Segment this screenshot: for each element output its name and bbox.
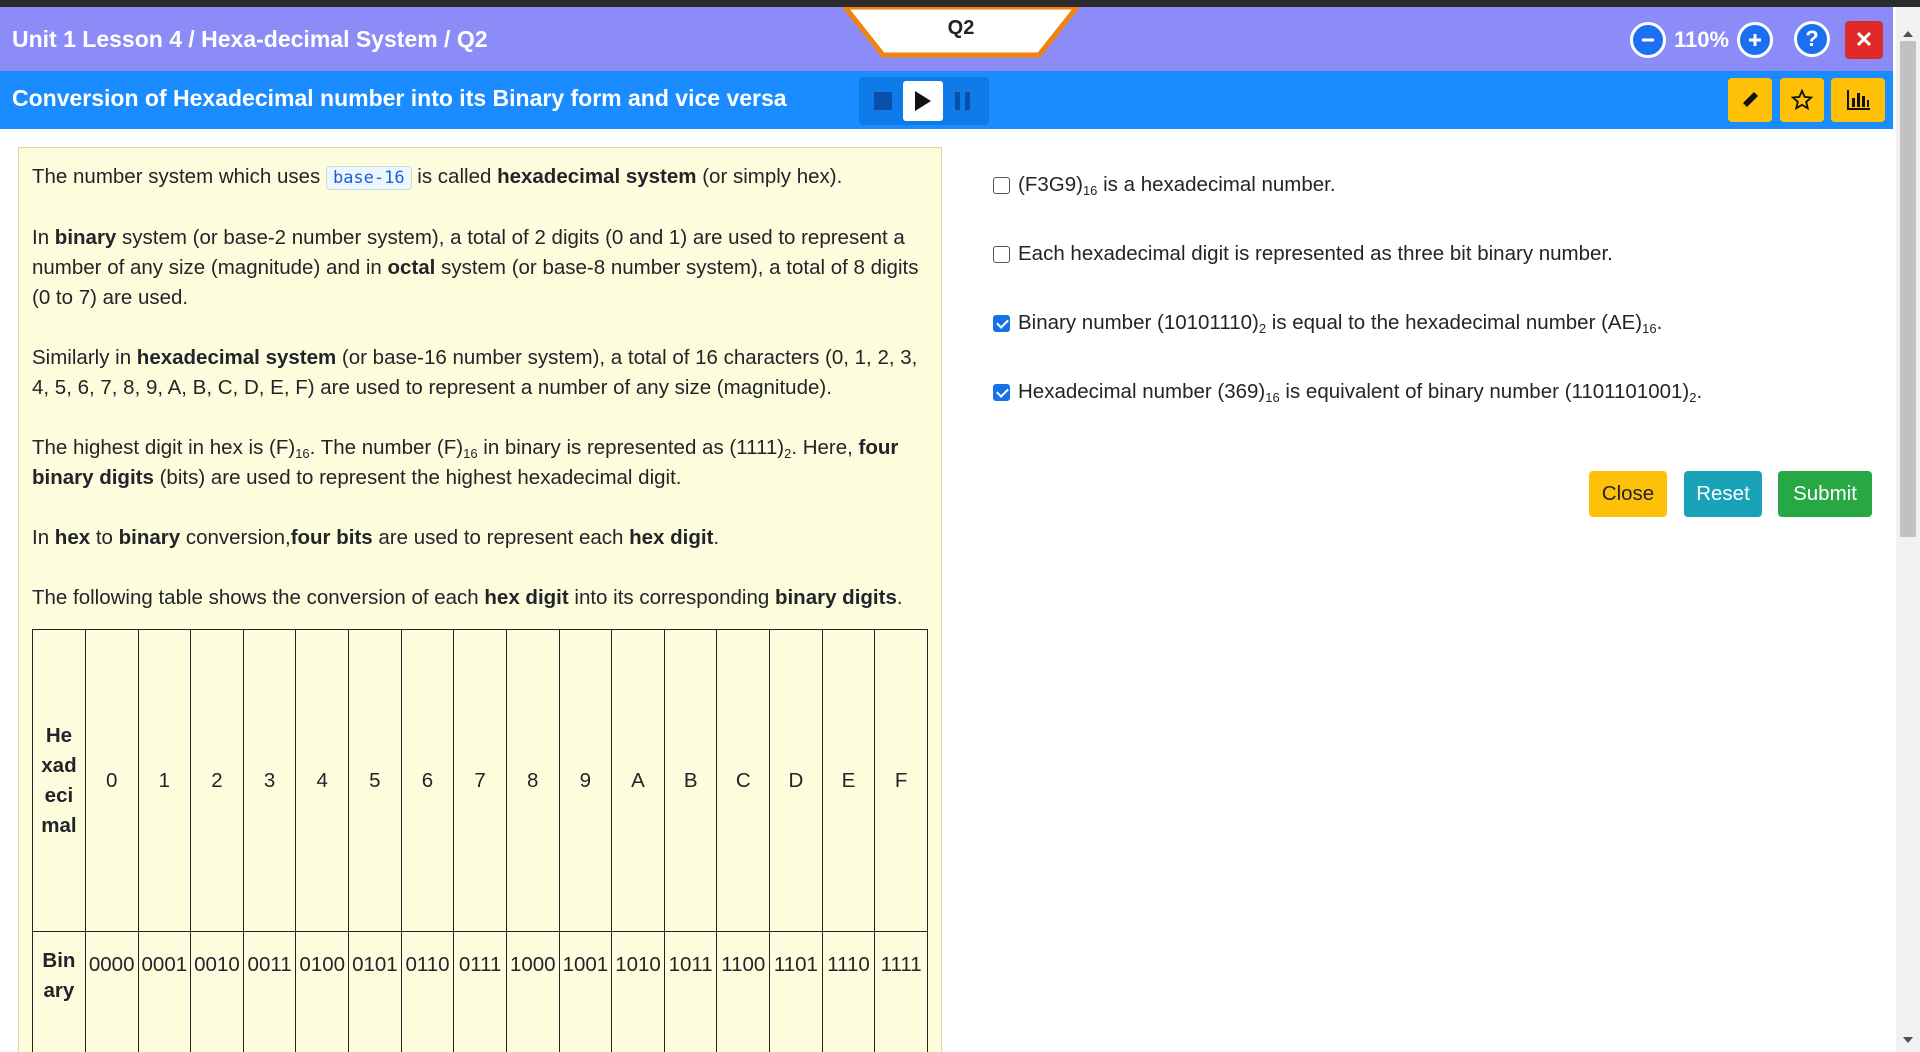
- table-header-hexadecimal: Hexadecimal: [32, 629, 86, 932]
- option-3-checkbox[interactable]: [993, 314, 1010, 332]
- table-cell-hex: 9: [558, 629, 613, 932]
- scroll-down-arrow-icon[interactable]: [1903, 1037, 1913, 1043]
- table-cell-binary: 0111: [453, 931, 507, 1052]
- table-cell-binary: 1100: [716, 931, 771, 1052]
- paragraph-table-intro: The following table shows the conversion…: [32, 586, 903, 609]
- table-row-binary: Binary 0000 0001 0010 0011 0100 0101 011…: [32, 931, 928, 1052]
- table-cell-binary: 1011: [663, 931, 718, 1052]
- question-tab[interactable]: Q2: [841, 7, 1081, 59]
- question-option-4[interactable]: Hexadecimal number (369)16 is equivalent…: [993, 380, 1702, 404]
- option-2-checkbox[interactable]: [993, 245, 1010, 263]
- close-button[interactable]: Close: [1589, 471, 1667, 517]
- table-cell-hex: E: [821, 629, 876, 932]
- table-cell-binary: 0100: [295, 931, 350, 1052]
- option-1-checkbox[interactable]: [993, 176, 1010, 194]
- pause-icon[interactable]: [943, 81, 983, 121]
- option-3-text: Binary number (10101110)2 is equal to th…: [1018, 311, 1663, 336]
- table-cell-hex: 4: [295, 629, 350, 932]
- table-cell-hex: 1: [137, 629, 192, 932]
- table-cell-binary: 1001: [558, 931, 613, 1052]
- table-cell-binary: 0010: [190, 931, 244, 1052]
- table-cell-binary: 0101: [348, 931, 402, 1052]
- table-cell-hex: F: [874, 629, 928, 932]
- table-cell-hex: 8: [505, 629, 560, 932]
- question-option-1[interactable]: (F3G9)16 is a hexadecimal number.: [993, 173, 1336, 197]
- option-1-text: (F3G9)16 is a hexadecimal number.: [1018, 173, 1336, 198]
- table-row-hex: Hexadecimal 0 1 2 3 4 5 6 7 8 9 A B C D …: [32, 629, 928, 932]
- option-4-checkbox[interactable]: [993, 383, 1010, 401]
- code-base16: base-16: [325, 166, 412, 190]
- table-cell-binary: 0000: [84, 931, 139, 1052]
- paragraph-four-bits: In hex to binary conversion,four bits ar…: [32, 526, 720, 549]
- table-cell-hex: 5: [348, 629, 402, 932]
- table-cell-binary: 1111: [874, 931, 928, 1052]
- option-4-text: Hexadecimal number (369)16 is equivalent…: [1018, 380, 1703, 405]
- reset-button[interactable]: Reset: [1684, 471, 1762, 517]
- table-cell-binary: 1000: [505, 931, 560, 1052]
- table-cell-hex: D: [769, 629, 823, 932]
- star-icon[interactable]: [1780, 78, 1824, 122]
- zoom-level: 110%: [1674, 27, 1730, 52]
- option-2-text: Each hexadecimal digit is represented as…: [1018, 242, 1613, 265]
- lesson-content-panel: The number system which uses base-16 is …: [18, 147, 942, 1052]
- table-cell-binary: 1110: [821, 931, 876, 1052]
- table-cell-hex: 0: [84, 629, 139, 932]
- table-cell-binary: 1010: [611, 931, 665, 1052]
- lesson-title: Conversion of Hexadecimal number into it…: [12, 85, 787, 111]
- table-cell-hex: 3: [242, 629, 297, 932]
- question-tab-label: Q2: [947, 17, 975, 39]
- window-top-strip: [0, 0, 1920, 7]
- question-icon[interactable]: ?: [1794, 21, 1830, 57]
- table-header-binary: Binary: [32, 931, 86, 1052]
- vertical-scrollbar[interactable]: [1896, 7, 1920, 1052]
- question-option-2[interactable]: Each hexadecimal digit is represented as…: [993, 242, 1613, 266]
- table-cell-hex: 7: [453, 629, 507, 932]
- pencil-icon[interactable]: [1728, 78, 1772, 122]
- plus-circle-icon[interactable]: [1737, 22, 1774, 58]
- top-header: Unit 1 Lesson 4 / Hexa-decimal System / …: [0, 7, 1893, 71]
- lesson-subheader: Conversion of Hexadecimal number into it…: [0, 71, 1893, 129]
- question-option-3[interactable]: Binary number (10101110)2 is equal to th…: [993, 311, 1662, 335]
- paragraph-highest-digit: The highest digit in hex is (F)16. The n…: [32, 436, 899, 489]
- table-cell-hex: 2: [190, 629, 244, 932]
- table-cell-hex: C: [716, 629, 771, 932]
- table-cell-hex: B: [663, 629, 718, 932]
- media-controls: [859, 77, 989, 125]
- table-cell-binary: 0001: [137, 931, 192, 1052]
- close-icon[interactable]: ✕: [1845, 21, 1883, 59]
- paragraph-hexadecimal: Similarly in hexadecimal system (or base…: [32, 346, 918, 399]
- stop-icon[interactable]: [863, 81, 903, 121]
- play-icon[interactable]: [903, 81, 943, 121]
- table-cell-hex: A: [611, 629, 665, 932]
- hex-binary-table: Hexadecimal 0 1 2 3 4 5 6 7 8 9 A B C D …: [32, 629, 928, 1052]
- table-cell-hex: 6: [400, 629, 455, 932]
- table-cell-binary: 0011: [242, 931, 297, 1052]
- paragraph-binary-octal: In binary system (or base-2 number syste…: [32, 226, 919, 309]
- paragraph-base16: The number system which uses base-16 is …: [32, 165, 843, 190]
- scroll-thumb[interactable]: [1900, 41, 1916, 537]
- scroll-up-arrow-icon[interactable]: [1903, 31, 1913, 37]
- table-cell-binary: 0110: [400, 931, 455, 1052]
- bar-chart-icon[interactable]: [1831, 78, 1885, 122]
- zoom-control: 110%: [1630, 21, 1774, 59]
- minus-circle-icon[interactable]: [1630, 22, 1666, 58]
- submit-button[interactable]: Submit: [1778, 471, 1872, 517]
- table-cell-binary: 1101: [769, 931, 823, 1052]
- breadcrumb: Unit 1 Lesson 4 / Hexa-decimal System / …: [12, 26, 488, 52]
